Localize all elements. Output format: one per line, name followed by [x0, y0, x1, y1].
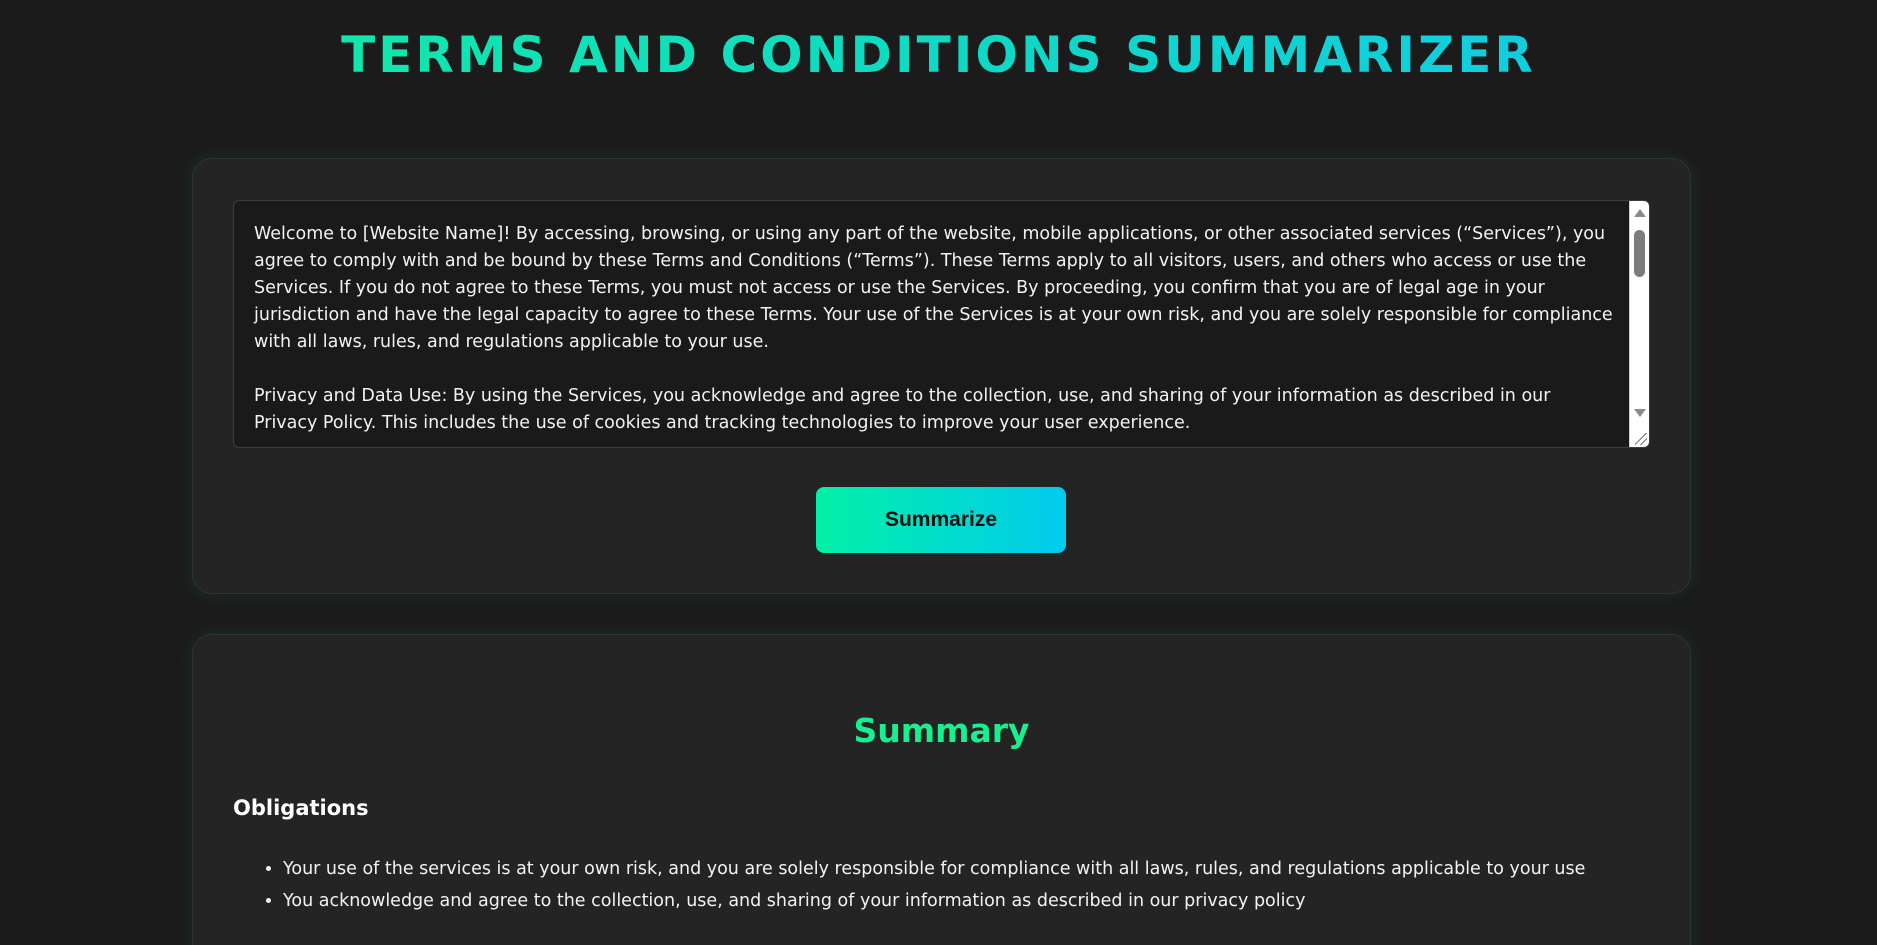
terms-textarea[interactable]: Welcome to [Website Name]! By accessing,… [233, 200, 1650, 448]
summary-card: Summary Obligations Your use of the serv… [192, 634, 1691, 945]
section-heading-obligations: Obligations [233, 796, 369, 820]
input-card: Welcome to [Website Name]! By accessing,… [192, 158, 1691, 594]
textarea-scrollbar[interactable] [1629, 201, 1649, 447]
obligations-list: Your use of the services is at your own … [233, 853, 1703, 917]
list-item: You acknowledge and agree to the collect… [283, 885, 1703, 917]
scroll-down-arrow-icon[interactable] [1634, 409, 1646, 417]
terms-textarea-content[interactable]: Welcome to [Website Name]! By accessing,… [254, 221, 1616, 447]
terms-paragraph: Privacy and Data Use: By using the Servi… [254, 386, 1551, 433]
app-title: TERMS AND CONDITIONS SUMMARIZER [0, 22, 1877, 88]
scroll-thumb[interactable] [1634, 230, 1645, 277]
list-item: Your use of the services is at your own … [283, 853, 1703, 885]
summarize-button[interactable]: Summarize [816, 487, 1066, 553]
terms-paragraph: Welcome to [Website Name]! By accessing,… [254, 224, 1613, 352]
resize-grip-icon[interactable] [1635, 433, 1647, 445]
page: TERMS AND CONDITIONS SUMMARIZER Welcome … [0, 0, 1877, 945]
scroll-up-arrow-icon[interactable] [1634, 209, 1646, 217]
summary-heading: Summary [853, 711, 1030, 750]
